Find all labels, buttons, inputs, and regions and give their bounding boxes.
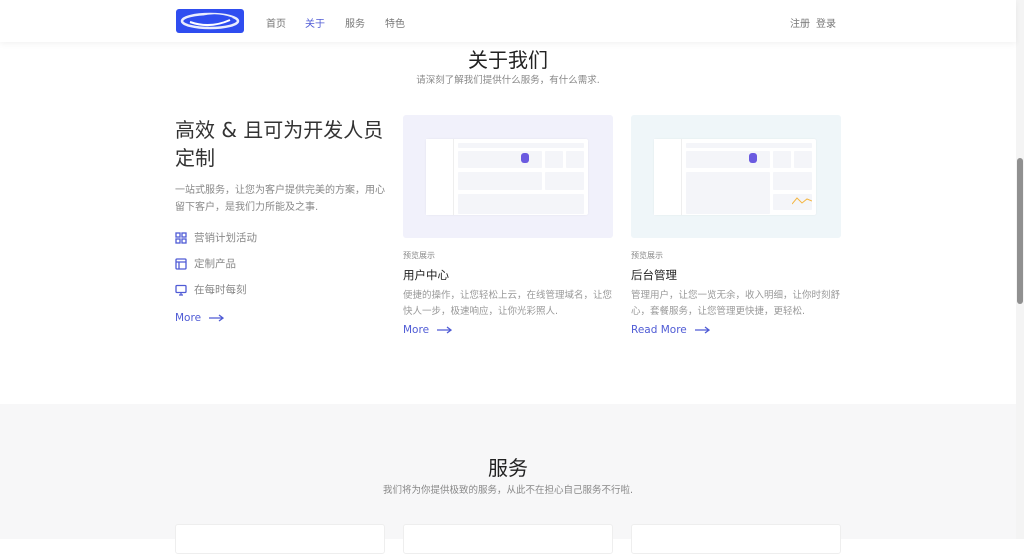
feature-label: 营销计划活动: [194, 232, 257, 244]
login-link[interactable]: 登录: [816, 15, 836, 30]
grid-icon: [175, 231, 187, 244]
arrow-right-icon: [694, 326, 710, 334]
section-title: 关于我们: [468, 48, 548, 72]
nav-features[interactable]: 特色: [385, 15, 405, 30]
more-link[interactable]: More: [175, 312, 225, 324]
more-label: More: [403, 324, 430, 336]
feature-item: 营销计划活动: [175, 230, 257, 245]
section-subtitle: 请深刻了解我们提供什么服务，有什么需求.: [416, 75, 600, 86]
about-heading: 高效 & 且可为开发人员定制: [175, 118, 384, 170]
service-card: [631, 524, 841, 554]
feature-item: 在每时每刻: [175, 282, 247, 297]
service-card: [175, 524, 385, 554]
preview-image: [403, 115, 613, 238]
nav-home[interactable]: 首页: [266, 15, 286, 30]
services-subtitle: 我们将为你提供极致的服务，从此不在担心自己服务不行啦.: [382, 485, 634, 496]
arrow-right-icon: [209, 314, 225, 322]
register-link[interactable]: 注册: [790, 15, 810, 30]
preview-card-user-center: 预览展示 用户中心 便捷的操作，让您轻松上云，在线管理域名，让您快人一步，极速响…: [403, 115, 613, 320]
card-title: 后台管理: [631, 268, 677, 282]
feature-item: 定制产品: [175, 256, 236, 271]
card-more-link[interactable]: More: [403, 324, 453, 336]
feature-label: 定制产品: [194, 258, 236, 270]
card-tag: 预览展示: [403, 251, 435, 260]
layout-icon: [175, 257, 187, 270]
logo[interactable]: [176, 9, 244, 33]
scrollbar-thumb[interactable]: [1017, 158, 1023, 304]
card-desc: 便捷的操作，让您轻松上云，在线管理域名，让您快人一步，极速响应，让你光彩照人.: [403, 290, 613, 317]
preview-image: [631, 115, 841, 238]
arrow-right-icon: [437, 326, 453, 334]
more-label: Read More: [631, 324, 687, 336]
card-title: 用户中心: [403, 268, 449, 282]
more-label: More: [175, 312, 202, 324]
navbar: 首页 关于 服务 特色 注册 登录: [0, 0, 1016, 42]
scrollbar[interactable]: [1016, 0, 1024, 539]
card-desc: 管理用户，让您一览无余，收入明细，让你时刻舒心，套餐服务，让您管理更快捷，更轻松…: [631, 290, 841, 317]
monitor-icon: [175, 284, 187, 296]
about-desc: 一站式服务，让您为客户提供完美的方案，用心留下客户，是我们力所能及之事.: [175, 185, 385, 213]
service-card: [403, 524, 613, 554]
nav-about[interactable]: 关于: [305, 15, 325, 30]
services-title: 服务: [488, 456, 528, 480]
card-tag: 预览展示: [631, 251, 663, 260]
card-read-more-link[interactable]: Read More: [631, 324, 710, 336]
nav-services[interactable]: 服务: [345, 15, 365, 30]
preview-card-admin: 预览展示 后台管理 管理用户，让您一览无余，收入明细，让你时刻舒心，套餐服务，让…: [631, 115, 841, 320]
feature-label: 在每时每刻: [194, 284, 247, 296]
